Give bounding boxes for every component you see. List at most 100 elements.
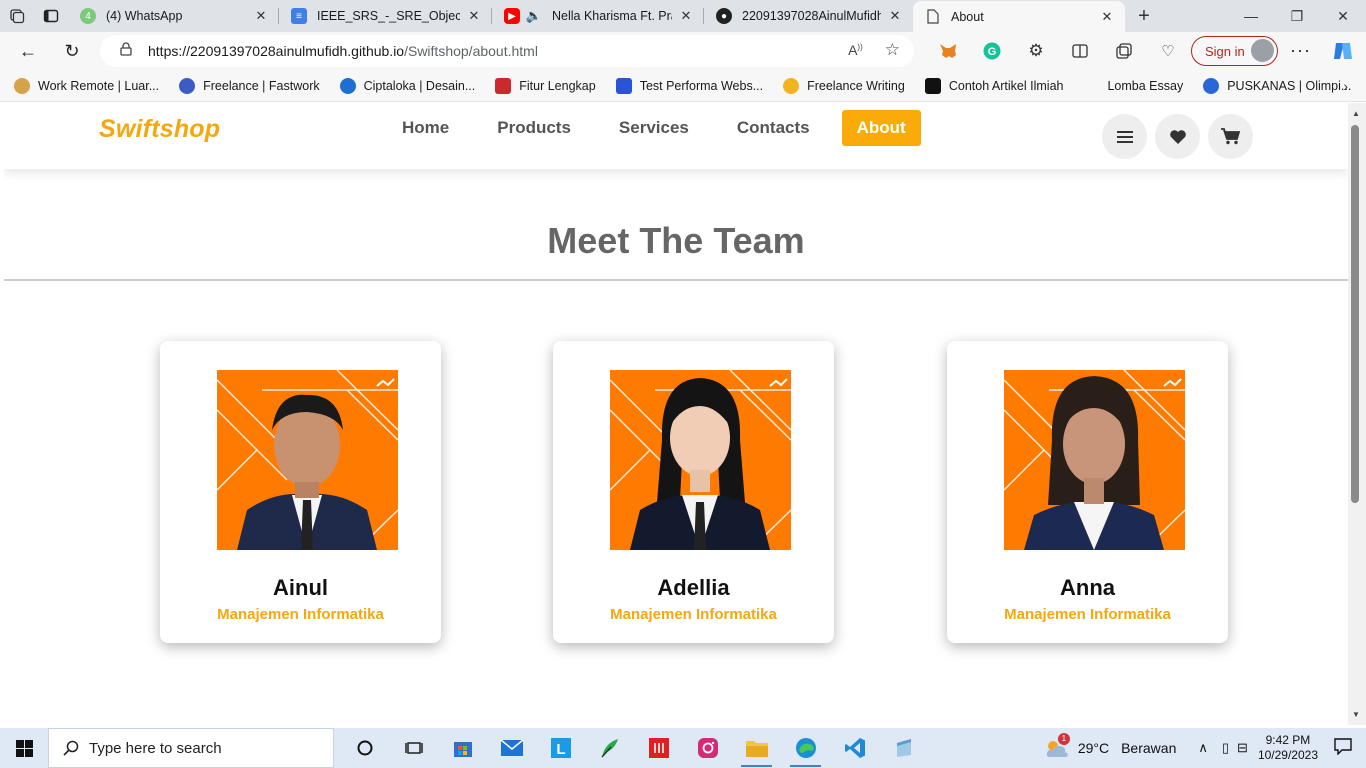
site-header: Swiftshop Home Products Services Contact…: [4, 103, 1348, 169]
bookmark-label: Contoh Artikel Ilmiah: [948, 78, 1064, 93]
wishlist-button[interactable]: [1155, 114, 1200, 159]
weather-widget[interactable]: 1 29°C Berawan: [1044, 733, 1176, 759]
vscode-icon[interactable]: [830, 728, 879, 768]
task-view-icon[interactable]: [389, 728, 438, 768]
new-tab-button[interactable]: +: [1129, 1, 1159, 31]
window-controls: — ❐ ✕: [1228, 0, 1366, 32]
split-screen-icon[interactable]: [1058, 43, 1102, 59]
url-text[interactable]: https://22091397028ainulmufidh.github.io…: [148, 43, 538, 59]
nav-services[interactable]: Services: [603, 110, 705, 146]
minimize-button[interactable]: —: [1228, 0, 1274, 32]
bookmark-freelance-writing[interactable]: Freelance Writing: [783, 77, 905, 94]
mail-icon[interactable]: [487, 728, 536, 768]
clock[interactable]: 9:42 PM 10/29/2023: [1258, 733, 1318, 763]
bookmark-ciptaloka[interactable]: Ciptaloka | Desain...: [339, 77, 476, 94]
browser-essentials-icon[interactable]: ♡: [1146, 42, 1190, 60]
system-tray: 1 29°C Berawan ∧ ▯ ⊟ 9:42 PM 10/29/2023: [1044, 728, 1366, 768]
nav-products[interactable]: Products: [481, 110, 587, 146]
bookmark-label: Ciptaloka | Desain...: [363, 78, 476, 93]
bookmark-contoh-artikel[interactable]: Contoh Artikel Ilmiah: [924, 77, 1064, 94]
workspaces-icon[interactable]: [0, 0, 34, 32]
close-tab-icon[interactable]: ✕: [253, 8, 269, 24]
start-button[interactable]: [0, 728, 48, 768]
doge-icon: [14, 77, 30, 94]
browser-toolbar: ← ↻ https://22091397028ainulmufidh.githu…: [0, 32, 1366, 70]
scroll-up-icon[interactable]: ▲: [1352, 109, 1360, 118]
github-icon: ●: [716, 8, 732, 24]
refresh-icon[interactable]: ↻: [56, 35, 88, 67]
audio-playing-icon[interactable]: 🔈: [526, 8, 542, 24]
chevron-right-icon[interactable]: ›: [1343, 78, 1348, 94]
collections-icon[interactable]: [1102, 43, 1146, 59]
close-window-button[interactable]: ✕: [1320, 0, 1366, 32]
network-battery-icon[interactable]: ⊟: [1237, 740, 1248, 756]
ciptaloka-icon: [339, 77, 356, 94]
nav-home[interactable]: Home: [386, 110, 465, 146]
feather-app-icon[interactable]: [585, 728, 634, 768]
divider: [4, 279, 1348, 281]
page-scrollbar[interactable]: ▲ ▼: [1348, 103, 1366, 725]
taskbar-search[interactable]: Type here to search: [48, 728, 334, 768]
member-role: Manajemen Informatika: [610, 606, 777, 623]
back-icon[interactable]: ←: [12, 35, 44, 67]
copilot-icon[interactable]: [1332, 40, 1354, 62]
lock-icon[interactable]: [120, 41, 134, 61]
bookmark-fitur-lengkap[interactable]: Fitur Lengkap: [495, 77, 596, 94]
close-tab-icon[interactable]: ✕: [1099, 9, 1115, 25]
tab-whatsapp[interactable]: 4 (4) WhatsApp ✕: [68, 0, 279, 32]
file-explorer-icon[interactable]: [732, 728, 781, 768]
bookmark-lomba-essay[interactable]: Lomba Essay: [1083, 78, 1183, 94]
windows-logo-icon: [15, 739, 33, 757]
menu-button[interactable]: [1102, 114, 1147, 159]
sign-in-button[interactable]: Sign in: [1191, 36, 1278, 66]
tab-ieee-srs[interactable]: ≡ IEEE_SRS_-_SRE_Object_Orie ✕: [279, 0, 492, 32]
scrollbar-thumb[interactable]: [1351, 125, 1359, 503]
section-title: Meet The Team: [547, 220, 805, 261]
scroll-down-icon[interactable]: ▼: [1352, 710, 1360, 719]
cart-icon: [1221, 128, 1240, 145]
url-path: /Swiftshop/about.html: [404, 43, 538, 59]
header-actions: [1102, 114, 1253, 159]
bookmark-puskanas[interactable]: PUSKANAS | Olimpi...: [1203, 77, 1351, 94]
bookmark-work-remote[interactable]: Work Remote | Luar...: [14, 77, 159, 94]
read-aloud-icon[interactable]: A)): [848, 42, 863, 58]
nav-about[interactable]: About: [841, 110, 921, 146]
grammarly-icon[interactable]: G: [970, 42, 1014, 60]
tab-title: About: [951, 9, 984, 24]
notepad-app-icon[interactable]: [879, 728, 928, 768]
tab-actions-icon[interactable]: [34, 0, 68, 32]
show-hidden-icons[interactable]: ∧: [1198, 740, 1208, 756]
close-tab-icon[interactable]: ✕: [466, 8, 482, 24]
notifications-icon[interactable]: [1334, 738, 1352, 758]
team-card: Adellia Manajemen Informatika: [553, 341, 834, 643]
tab-about[interactable]: About ✕: [913, 1, 1125, 32]
bookmark-label: Lomba Essay: [1107, 78, 1184, 93]
store-icon[interactable]: [438, 728, 487, 768]
favorite-star-icon[interactable]: ☆: [885, 41, 900, 58]
instagram-icon[interactable]: [683, 728, 732, 768]
site-logo[interactable]: Swiftshop: [99, 115, 220, 144]
settings-more-icon[interactable]: ···: [1290, 40, 1311, 61]
address-bar[interactable]: https://22091397028ainulmufidh.github.io…: [100, 35, 914, 67]
cart-button[interactable]: [1208, 114, 1253, 159]
bookmark-fastwork[interactable]: Freelance | Fastwork: [179, 77, 320, 94]
lark-icon[interactable]: L: [536, 728, 585, 768]
extensions-icon[interactable]: ⚙: [1014, 41, 1058, 61]
ilmiah-icon: [924, 77, 941, 94]
nav-contacts[interactable]: Contacts: [721, 110, 826, 146]
bookmark-test-performa[interactable]: Test Performa Webs...: [615, 77, 763, 94]
restore-button[interactable]: ❐: [1274, 0, 1320, 32]
device-icon[interactable]: ▯: [1222, 740, 1229, 756]
office-app-icon[interactable]: [634, 728, 683, 768]
photo-ainul: [217, 370, 398, 550]
close-tab-icon[interactable]: ✕: [887, 8, 903, 24]
tab-github[interactable]: ● 22091397028AinulMufidh/S ✕: [704, 0, 913, 32]
tab-title: IEEE_SRS_-_SRE_Object_Orie: [317, 9, 460, 23]
cortana-icon[interactable]: [340, 728, 389, 768]
close-tab-icon[interactable]: ✕: [678, 8, 694, 24]
edge-icon[interactable]: [781, 728, 830, 768]
metamask-icon[interactable]: [926, 43, 970, 59]
bookmark-label: Freelance | Fastwork: [203, 78, 320, 93]
tab-youtube[interactable]: ▶ 🔈 Nella Kharisma Ft. Prab ✕: [492, 0, 704, 32]
tab-title: 22091397028AinulMufidh/S: [742, 9, 881, 23]
